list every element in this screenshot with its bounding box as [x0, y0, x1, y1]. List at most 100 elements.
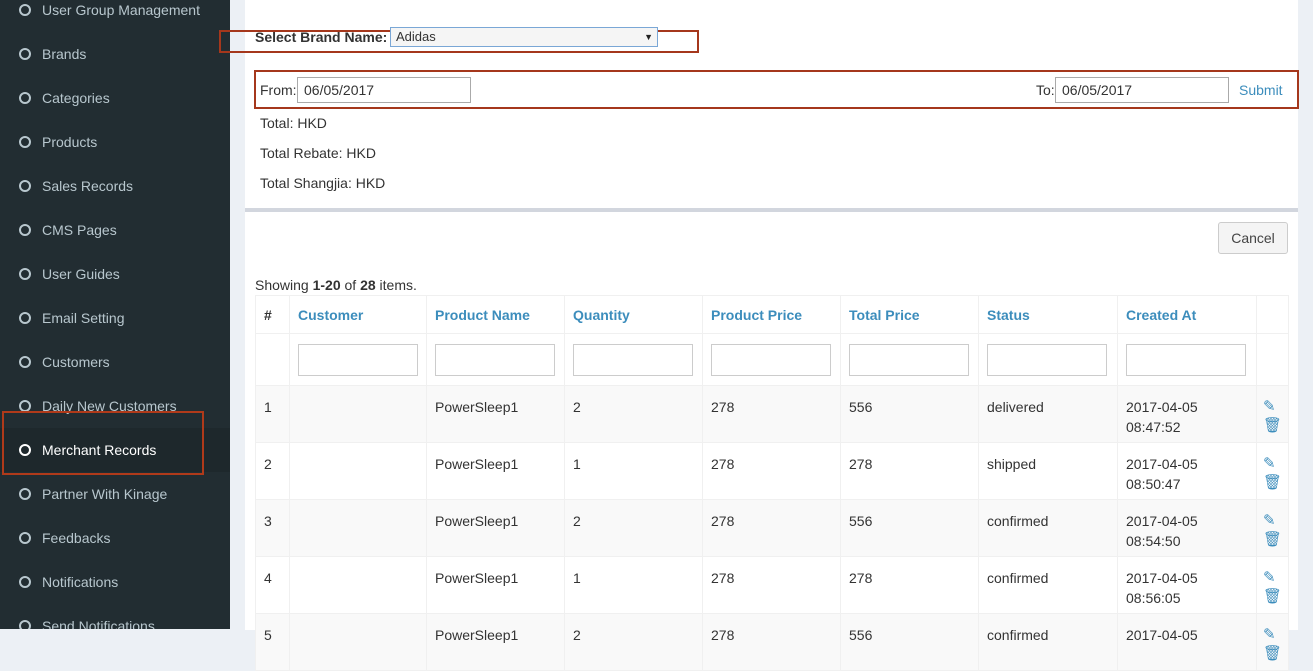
- trash-icon[interactable]: 🗑: [1263, 473, 1288, 492]
- cancel-button[interactable]: Cancel: [1218, 222, 1288, 254]
- cell-status: shipped: [978, 442, 1118, 500]
- sidebar-item-notifications[interactable]: Notifications: [0, 560, 230, 604]
- sidebar-item-user-group-management[interactable]: User Group Management: [0, 0, 230, 32]
- created-date: 2017-04-05: [1126, 399, 1198, 415]
- total-price-filter-input[interactable]: [849, 343, 969, 376]
- product-price-filter-input[interactable]: [711, 343, 831, 376]
- filter-cell: [1256, 333, 1289, 386]
- created-time: 08:47:52: [1126, 419, 1181, 435]
- status-filter-input[interactable]: [987, 343, 1107, 376]
- cell-status: confirmed: [978, 499, 1118, 557]
- column-header-quantity[interactable]: Quantity: [564, 295, 703, 334]
- circle-icon: [19, 532, 31, 544]
- sidebar-item-feedbacks[interactable]: Feedbacks: [0, 516, 230, 560]
- circle-icon: [19, 180, 31, 192]
- cell-number: 3: [255, 499, 290, 557]
- total-shangjia-text: Total Shangjia: HKD: [260, 175, 386, 191]
- pencil-icon[interactable]: ✎: [1263, 454, 1288, 473]
- dropdown-arrow-icon: ▼: [644, 32, 653, 42]
- total-text: Total: HKD: [260, 115, 327, 131]
- sidebar-item-cms-pages[interactable]: CMS Pages: [0, 208, 230, 252]
- trash-icon[interactable]: 🗑: [1263, 416, 1288, 435]
- pencil-icon[interactable]: ✎: [1263, 568, 1288, 587]
- circle-icon: [19, 48, 31, 60]
- cell-number: 5: [255, 613, 290, 671]
- cell-quantity: 2: [564, 613, 703, 671]
- cell-created-at: 2017-04-05 08:56:05: [1117, 556, 1257, 614]
- cell-customer: [289, 613, 427, 671]
- column-header-product-name[interactable]: Product Name: [426, 295, 565, 334]
- created-date: 2017-04-05: [1126, 513, 1198, 529]
- cell-actions: ✎ 🗑: [1256, 499, 1289, 557]
- sidebar-item-merchant-records[interactable]: Merchant Records: [0, 428, 230, 472]
- sidebar-item-sales-records[interactable]: Sales Records: [0, 164, 230, 208]
- created-date: 2017-04-05: [1126, 570, 1198, 586]
- sidebar-item-partner-with-kinage[interactable]: Partner With Kinage: [0, 472, 230, 516]
- cell-product-name: PowerSleep1: [426, 499, 565, 557]
- cell-number: 2: [255, 442, 290, 500]
- cell-created-at: 2017-04-05 08:54:50: [1117, 499, 1257, 557]
- cell-product-name: PowerSleep1: [426, 442, 565, 500]
- pencil-icon[interactable]: ✎: [1263, 397, 1288, 416]
- filter-cell: [1117, 333, 1257, 386]
- column-header-customer[interactable]: Customer: [289, 295, 427, 334]
- sidebar-item-email-setting[interactable]: Email Setting: [0, 296, 230, 340]
- product-name-filter-input[interactable]: [435, 343, 555, 376]
- cell-customer: [289, 385, 427, 443]
- brand-select-value: Adidas: [396, 29, 436, 44]
- circle-icon: [19, 400, 31, 412]
- cell-created-at: 2017-04-05 08:47:52: [1117, 385, 1257, 443]
- filter-cell: [702, 333, 841, 386]
- pencil-icon[interactable]: ✎: [1263, 625, 1288, 644]
- cell-status: delivered: [978, 385, 1118, 443]
- column-header-actions: [1256, 295, 1289, 334]
- column-header-product-price[interactable]: Product Price: [702, 295, 841, 334]
- cell-actions: ✎ 🗑: [1256, 442, 1289, 500]
- from-date-input[interactable]: 06/05/2017: [297, 77, 471, 103]
- cell-customer: [289, 556, 427, 614]
- column-header-total-price[interactable]: Total Price: [840, 295, 979, 334]
- to-date-input[interactable]: 06/05/2017: [1055, 77, 1229, 103]
- to-label: To:: [1036, 82, 1055, 98]
- submit-link[interactable]: Submit: [1239, 82, 1283, 98]
- trash-icon[interactable]: 🗑: [1263, 587, 1288, 606]
- cell-product-price: 278: [702, 499, 841, 557]
- cell-total-price: 556: [840, 385, 979, 443]
- cell-number: 1: [255, 385, 290, 443]
- pencil-icon[interactable]: ✎: [1263, 511, 1288, 530]
- sidebar-item-send-notifications[interactable]: Send Notifications: [0, 604, 230, 629]
- cell-product-price: 278: [702, 442, 841, 500]
- sidebar-item-user-guides[interactable]: User Guides: [0, 252, 230, 296]
- circle-icon: [19, 576, 31, 588]
- customer-filter-input[interactable]: [298, 343, 418, 376]
- cell-quantity: 2: [564, 385, 703, 443]
- trash-icon[interactable]: 🗑: [1263, 530, 1288, 549]
- sidebar-item-categories[interactable]: Categories: [0, 76, 230, 120]
- column-header-created-at[interactable]: Created At: [1117, 295, 1257, 334]
- created-date: 2017-04-05: [1126, 627, 1198, 643]
- created-at-filter-input[interactable]: [1126, 343, 1246, 376]
- cell-product-price: 278: [702, 613, 841, 671]
- sidebar-item-products[interactable]: Products: [0, 120, 230, 164]
- cell-quantity: 1: [564, 442, 703, 500]
- column-header-status[interactable]: Status: [978, 295, 1118, 334]
- cell-total-price: 556: [840, 499, 979, 557]
- filter-row: [255, 333, 1289, 386]
- cell-created-at: 2017-04-05: [1117, 613, 1257, 671]
- sidebar-item-customers[interactable]: Customers: [0, 340, 230, 384]
- sidebar-item-brands[interactable]: Brands: [0, 32, 230, 76]
- trash-icon[interactable]: 🗑: [1263, 644, 1288, 663]
- created-date: 2017-04-05: [1126, 456, 1198, 472]
- cell-actions: ✎ 🗑: [1256, 613, 1289, 671]
- created-time: 08:54:50: [1126, 533, 1181, 549]
- brand-select[interactable]: Adidas ▼: [390, 27, 658, 47]
- circle-icon: [19, 268, 31, 280]
- quantity-filter-input[interactable]: [573, 343, 693, 376]
- cell-status: confirmed: [978, 613, 1118, 671]
- circle-icon: [19, 312, 31, 324]
- sidebar-item-daily-new-customers[interactable]: Daily New Customers: [0, 384, 230, 428]
- filter-cell: [564, 333, 703, 386]
- circle-icon: [19, 224, 31, 236]
- cell-product-price: 278: [702, 385, 841, 443]
- cell-status: confirmed: [978, 556, 1118, 614]
